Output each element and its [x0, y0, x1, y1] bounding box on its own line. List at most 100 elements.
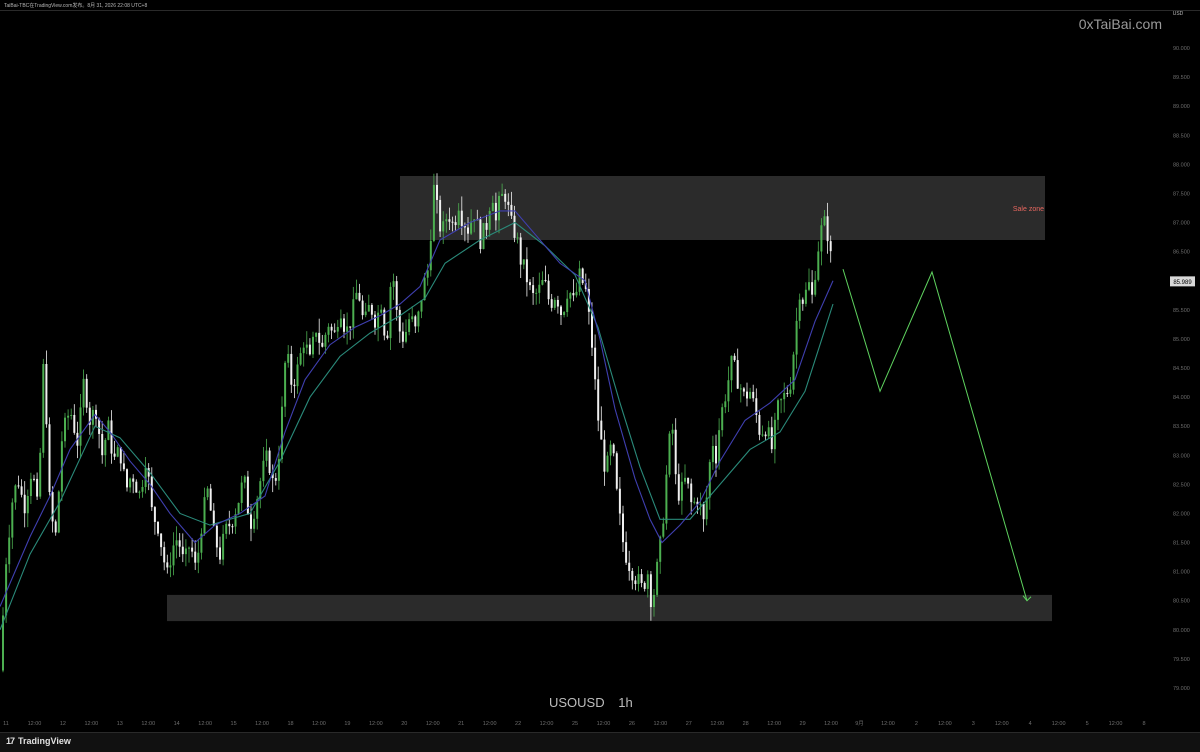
price-tick-label: 80.000 — [1173, 628, 1190, 634]
candle-body — [417, 311, 420, 327]
candle-body — [687, 477, 690, 484]
candle-body — [482, 223, 485, 250]
candle-body — [29, 478, 32, 497]
candle-body — [11, 502, 14, 538]
candle-body — [742, 388, 745, 392]
candle-body — [780, 399, 783, 401]
price-tick-label: 84.500 — [1173, 366, 1190, 372]
time-tick-label: 12:00 — [141, 721, 155, 727]
candle-body — [646, 574, 649, 589]
candle-body — [504, 193, 507, 202]
time-tick-label: 25 — [572, 721, 578, 727]
candle-body — [163, 547, 166, 563]
time-tick-label: 12:00 — [995, 721, 1009, 727]
candle-body — [631, 570, 634, 581]
candle-body — [699, 503, 702, 505]
last-price-label: 85.989 — [1173, 280, 1192, 286]
candle-body — [401, 331, 404, 342]
time-tick-label: 12:00 — [426, 721, 440, 727]
candle-body — [591, 311, 593, 348]
candle-body — [680, 481, 683, 501]
candle-body — [454, 222, 457, 226]
projection-path — [842, 268, 1028, 601]
moving-averages-layer — [0, 210, 834, 631]
time-tick-label: 9月 — [855, 720, 864, 727]
candle-body — [370, 304, 373, 315]
price-tick-label: 83.500 — [1173, 424, 1190, 430]
price-tick-label: 82.000 — [1173, 511, 1190, 517]
candle-body — [711, 445, 714, 463]
candle-body — [296, 364, 299, 387]
candle-body — [603, 439, 606, 472]
candle-body — [656, 561, 659, 595]
tradingview-logo[interactable]: 17 TradingView — [6, 736, 71, 746]
candle-body — [752, 391, 755, 399]
candle-body — [677, 474, 680, 501]
candle-body — [219, 547, 221, 560]
candle-body — [122, 463, 125, 470]
candle-body — [789, 389, 792, 394]
candle-body — [315, 332, 318, 337]
candle-body — [26, 496, 29, 514]
candle-body — [581, 268, 584, 284]
candle-body — [33, 478, 35, 480]
candle-body — [126, 469, 128, 488]
time-tick-label: 19 — [344, 721, 350, 727]
candle-body — [79, 407, 82, 446]
price-chart[interactable]: Sale zone USD 79.000 79.500 80.000 80.500 81.… — [0, 11, 1200, 732]
candle-body — [612, 444, 615, 454]
candle-body — [628, 562, 631, 571]
chart-publish-info: TaiBai-TBC在TradingView.com发布。8月 31, 2026… — [4, 3, 148, 9]
candle-body — [733, 355, 736, 361]
candle-body — [420, 300, 423, 312]
candle-body — [23, 494, 26, 514]
candle-body — [405, 331, 407, 342]
candle-body — [206, 488, 209, 498]
candle-body — [324, 334, 327, 347]
time-tick-label: 22 — [515, 721, 521, 727]
candle-body — [625, 542, 628, 563]
candle-body — [690, 483, 693, 503]
candle-body — [538, 284, 541, 293]
candle-body — [14, 485, 17, 503]
time-tick-label: 8 — [1142, 721, 1145, 727]
time-tick-label: 20 — [401, 721, 407, 727]
price-tick-label: 89.500 — [1173, 75, 1190, 81]
candle-body — [684, 477, 686, 482]
candle-body — [129, 478, 132, 488]
candle-body — [560, 306, 562, 316]
candle-body — [795, 320, 798, 355]
price-tick-label: 82.500 — [1173, 482, 1190, 488]
candle-body — [600, 420, 603, 440]
time-tick-label: 11 — [3, 721, 9, 727]
candle-body — [770, 427, 773, 450]
candle-body — [442, 221, 445, 232]
time-tick-label: 12:00 — [597, 721, 611, 727]
price-tick-label: 79.500 — [1173, 657, 1190, 663]
time-tick-label: 15 — [231, 721, 237, 727]
candle-body — [54, 521, 57, 533]
candle-body — [522, 259, 525, 265]
price-tick-label: 88.000 — [1173, 162, 1190, 168]
price-tick-label: 87.500 — [1173, 191, 1190, 197]
candle-body — [609, 444, 612, 456]
candle-body — [594, 347, 597, 380]
candle-body — [671, 429, 674, 434]
time-tick-label: 12:00 — [28, 721, 42, 727]
candle-body — [637, 574, 640, 585]
candle-body — [222, 533, 225, 560]
price-tick-label: 83.000 — [1173, 453, 1190, 459]
time-tick-label: 12:00 — [369, 721, 383, 727]
time-tick-label: 12:00 — [312, 721, 326, 727]
candle-body — [364, 311, 367, 316]
candle-body — [67, 415, 70, 418]
time-tick-label: 13 — [117, 721, 123, 727]
candle-body — [634, 580, 637, 585]
time-tick-label: 12:00 — [198, 721, 212, 727]
candle-body — [792, 354, 795, 390]
candle-body — [349, 326, 352, 328]
candle-body — [804, 289, 807, 304]
time-tick-label: 29 — [800, 721, 806, 727]
candle-body — [668, 433, 671, 475]
candle-body — [358, 292, 361, 301]
